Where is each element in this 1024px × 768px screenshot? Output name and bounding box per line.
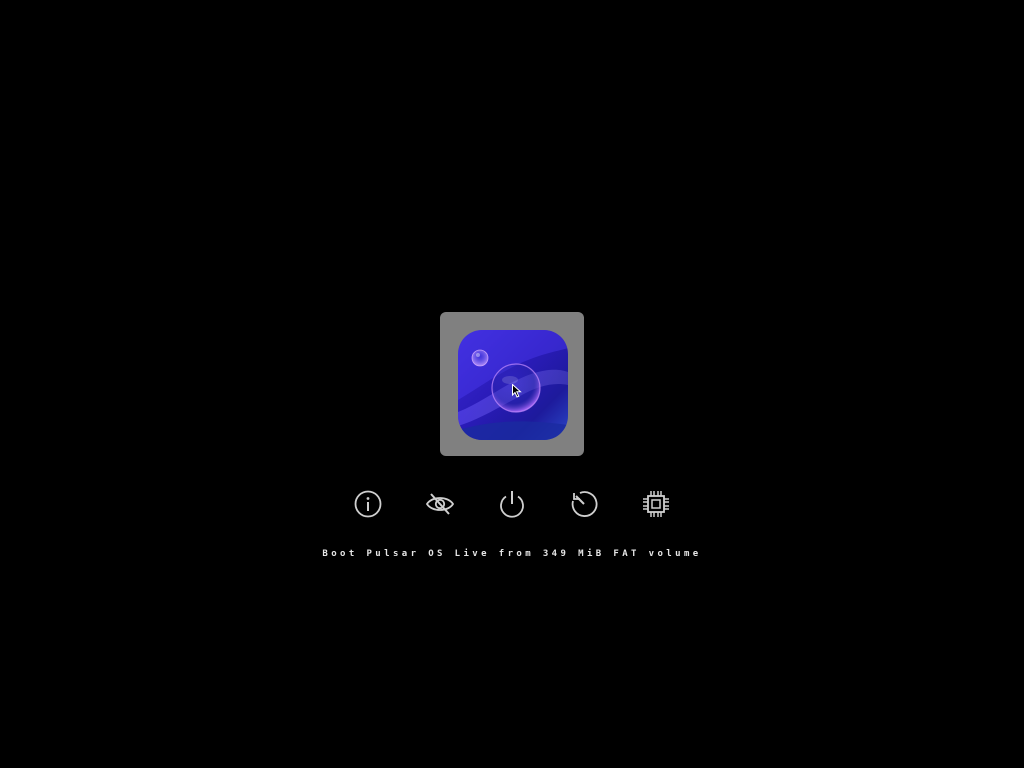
tools-row [352,488,672,520]
reboot-icon [571,491,598,517]
boot-entry-pulsar-os[interactable] [440,312,584,456]
firmware-chip-icon [643,491,669,517]
boot-entry-description: Boot Pulsar OS Live from 349 MiB FAT vol… [322,549,702,559]
reboot-button[interactable] [568,488,600,520]
show-hidden-button[interactable] [424,488,456,520]
pulsar-os-icon [458,330,568,440]
hidden-eye-icon [425,493,455,515]
shutdown-button[interactable] [496,488,528,520]
power-icon [500,491,524,518]
boot-screen: Boot Pulsar OS Live from 349 MiB FAT vol… [0,0,1024,768]
info-icon [354,490,382,518]
about-button[interactable] [352,488,384,520]
firmware-setup-button[interactable] [640,488,672,520]
